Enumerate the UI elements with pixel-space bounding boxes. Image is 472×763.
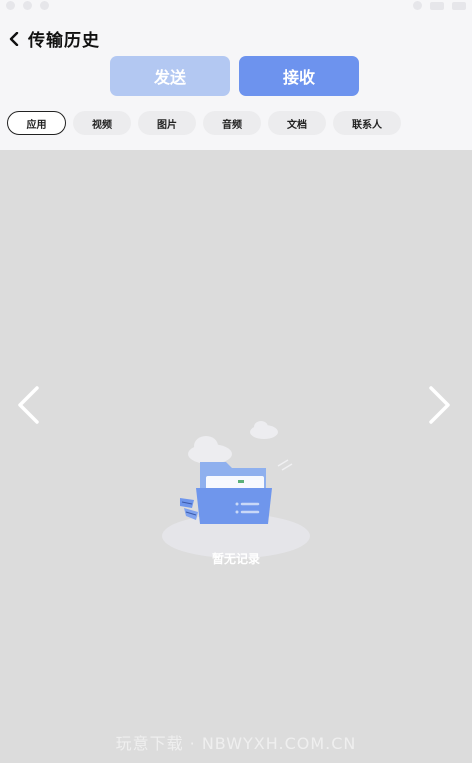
empty-state-text: 暂无记录 <box>211 552 260 566</box>
next-arrow[interactable] <box>426 385 454 425</box>
tab-images[interactable]: 图片 <box>138 111 196 135</box>
previous-arrow[interactable] <box>14 385 42 425</box>
status-left-icons <box>6 1 49 10</box>
tab-videos[interactable]: 视频 <box>73 111 131 135</box>
transfer-history-screen: 传输历史 发送 接收 应用 视频 图片 音频 文档 联系人 暂无记录 玩意下载 … <box>0 0 472 763</box>
chevron-right-icon <box>429 386 450 424</box>
tab-audio[interactable]: 音频 <box>203 111 261 135</box>
content-area <box>0 150 472 763</box>
category-tabs: 应用 视频 图片 音频 文档 联系人 <box>7 111 401 135</box>
wifi-icon <box>413 1 422 10</box>
tab-contacts[interactable]: 联系人 <box>333 111 401 135</box>
battery-icon <box>430 1 444 10</box>
tab-apps[interactable]: 应用 <box>7 111 66 135</box>
watermark: 玩意下载 · NBWYXH.COM.CN <box>115 734 357 753</box>
empty-folder-icon <box>162 421 310 558</box>
chevron-left-icon <box>9 31 19 46</box>
clock-icon <box>452 1 466 10</box>
tab-documents[interactable]: 文档 <box>268 111 326 135</box>
notification-icon <box>6 1 15 10</box>
send-button[interactable]: 发送 <box>110 56 230 96</box>
receive-button[interactable]: 接收 <box>239 56 359 96</box>
back-button[interactable] <box>8 30 20 48</box>
page-title: 传输历史 <box>28 31 100 51</box>
chevron-left-icon <box>18 386 39 424</box>
notification-icon <box>40 1 49 10</box>
status-bar <box>0 0 472 14</box>
empty-state-illustration <box>158 418 314 558</box>
header: 传输历史 发送 接收 应用 视频 图片 音频 文档 联系人 <box>0 14 472 150</box>
status-right-icons <box>413 1 466 10</box>
notification-icon <box>23 1 32 10</box>
title-row: 传输历史 <box>8 26 100 51</box>
